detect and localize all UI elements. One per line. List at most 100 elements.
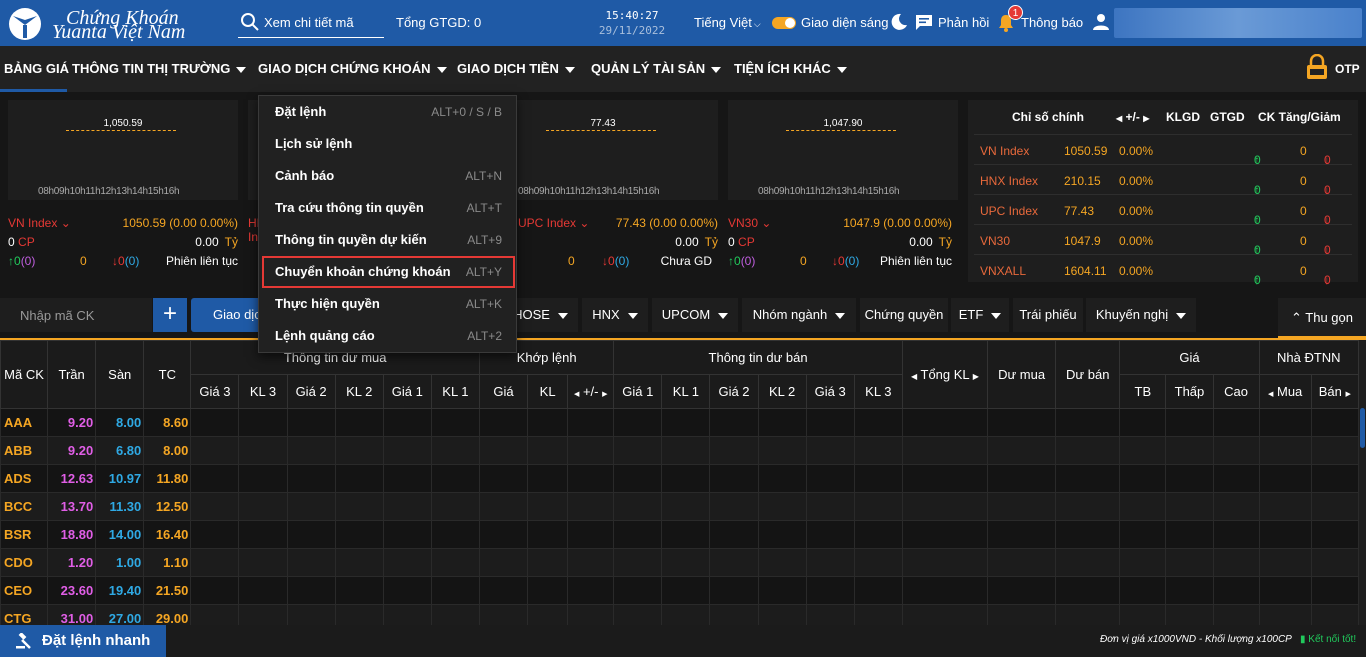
down-count: 0 [1324,273,1331,287]
index-row[interactable]: HNX Index 210.15 0.00% ↑ 0 0 ↓ 0 [974,164,1352,197]
moon-icon[interactable] [890,13,908,31]
filter-tab-etf[interactable]: ETF [951,298,1009,332]
stock-row[interactable]: AAA 9.20 8.00 8.60 [0,408,1359,437]
dropdown-item-4[interactable]: Tra cứu thông tin quyền ALT+T [259,192,518,224]
dropdown-item-7[interactable]: Thực hiện quyền ALT+K [259,288,518,320]
price-board-scrollbar[interactable] [1359,340,1366,625]
dropdown-item-5[interactable]: Thông tin quyền dự kiến ALT+9 [259,224,518,256]
index-row-pct: 0.00% [1119,264,1154,278]
otp-label[interactable]: OTP [1335,46,1360,92]
stock-symbol[interactable]: BSR [0,520,49,549]
filter-tab-nhóm-ngành[interactable]: Nhóm ngành [742,298,856,332]
quick-order-button[interactable]: Đặt lệnh nhanh [0,625,166,657]
stock-row[interactable]: ADS 12.63 10.97 11.80 [0,464,1359,493]
filter-tab-trái-phiếu[interactable]: Trái phiếu [1013,298,1083,332]
index-box-upcom[interactable]: UPC Index ⌄ 77.43 (0.00 0.00%) 0.00 Tỷ 0 … [488,212,718,272]
filter-tab-label: HNX [592,307,620,322]
index-box-hnx[interactable]: HNX Index [248,212,258,272]
account-info-redacted[interactable] [1114,8,1362,38]
menu-giao-dich-chung-khoan[interactable]: GIAO DỊCH CHỨNG KHOÁN [258,46,447,92]
collapse-button[interactable]: ⌃ Thu gọn [1278,298,1366,338]
filter-tab-hnx[interactable]: HNX [582,298,648,332]
feedback-icon[interactable] [915,14,933,31]
index-table-header-change[interactable]: ◀ +/- ▶ [1116,110,1149,124]
index-row[interactable]: VN Index 1050.59 0.00% ↑ 0 0 ↓ 0 [974,134,1352,167]
main-menu-bar: BẢNG GIÁ THÔNG TIN THỊ TRƯỜNG GIAO DỊCH … [0,46,1366,92]
col-header-avg: TB [1119,374,1167,409]
stock-symbol[interactable]: ABB [0,436,49,465]
filter-tab-khuyến-nghị[interactable]: Khuyến nghị [1086,298,1196,332]
empty-cell [853,408,903,437]
signal-icon: ▮ [1300,634,1306,645]
stock-row[interactable]: ABB 9.20 6.80 8.00 [0,436,1359,465]
sparkline-upcom[interactable]: 77.43 08h09h10h11h12h13h14h15h16h [488,100,718,200]
col-header-buy-price3: Giá 3 [190,374,240,409]
sparkline-ref-line [786,130,896,131]
sparkline-value: 1,050.59 [103,118,143,129]
empty-cell [238,492,288,521]
empty-cell [567,436,615,465]
language-selector[interactable]: Tiếng Việt ⌵ [694,0,761,46]
filter-tab-chứng-quyền[interactable]: Chứng quyền [860,298,948,332]
index-price: 1047.9 (0.00 0.00%) [843,216,952,230]
stock-search[interactable] [238,8,384,38]
stock-row[interactable]: CDO 1.20 1.00 1.10 [0,548,1359,577]
empty-cell [1212,464,1260,493]
stock-row[interactable]: CTG 31.00 27.00 29.00 [0,604,1359,625]
col-header-foreign-buy[interactable]: ◀ Mua [1258,374,1312,409]
index-row[interactable]: VN30 1047.9 0.00% ↑ 0 0 ↓ 0 [974,224,1352,257]
index-row[interactable]: UPC Index 77.43 0.00% ↑ 0 0 ↓ 0 [974,194,1352,227]
brand-logo[interactable]: Chứng Khoán Yuanta Việt Nam [6,6,226,43]
stock-search-input[interactable] [264,11,382,33]
stock-symbol[interactable]: ADS [0,464,49,493]
scrollbar-thumb[interactable] [1360,408,1365,448]
col-header-foreign-sell[interactable]: Bán ▶ [1310,374,1359,409]
chevron-up-icon: ⌃ [1291,310,1302,325]
empty-cell [853,604,903,625]
stock-symbol[interactable]: CTG [0,604,49,625]
menu-giao-dich-tien[interactable]: GIAO DỊCH TIỀN [457,46,575,92]
index-box-vnindex[interactable]: VN Index ⌄ 1050.59 (0.00 0.00%) 0 CP 0.0… [8,212,238,272]
theme-toggle[interactable] [772,17,796,29]
index-row[interactable]: VNXALL 1604.11 0.00% ↑ 0 0 ↓ 0 [974,254,1352,287]
index-box-vn30[interactable]: VN30 ⌄ 1047.9 (0.00 0.00%) 0 CP 0.00 Tỷ ↑… [728,212,952,272]
sparkline-vn30[interactable]: 1,047.90 08h09h10h11h12h13h14h15h16h [728,100,958,200]
stock-symbol[interactable]: CEO [0,576,49,605]
stock-row[interactable]: BCC 13.70 11.30 12.50 [0,492,1359,521]
stock-symbol[interactable]: CDO [0,548,49,577]
dropdown-item-3[interactable]: Cảnh báo ALT+N [259,160,518,192]
index-cp: 0 CP [728,235,755,249]
menu-tien-ich-khac[interactable]: TIỆN ÍCH KHÁC [734,46,847,92]
top-header-bar: Chứng Khoán Yuanta Việt Nam Tổng GTGD: 0… [0,0,1366,46]
sparkline-vnindex[interactable]: 1,050.59 08h09h10h11h12h13h14h15h16h [8,100,238,200]
menu-thong-tin-thi-truong[interactable]: THÔNG TIN THỊ TRƯỜNG [72,46,247,92]
stock-row[interactable]: CEO 23.60 19.40 21.50 [0,576,1359,605]
sparkline-hours: 08h09h10h11h12h13h14h15h16h [518,186,660,197]
stock-symbol[interactable]: BCC [0,492,49,521]
empty-cell [527,604,569,625]
dropdown-item-1[interactable]: Đặt lệnh ALT+0 / S / B [259,96,518,128]
feedback-link[interactable]: Phản hồi [938,0,989,46]
empty-cell [1310,464,1359,493]
empty-cell [805,604,855,625]
menu-quan-ly-tai-san[interactable]: QUẢN LÝ TÀI SẢN [591,46,722,92]
col-header-buy-price1: Giá 1 [382,374,432,409]
stock-code-input[interactable] [0,298,152,332]
filter-tab-upcom[interactable]: UPCOM [652,298,738,332]
index-price-value: 1047.9 [843,216,880,230]
stock-row[interactable]: BSR 18.80 14.00 16.40 [0,520,1359,549]
col-header-total-vol[interactable]: ◀ Tổng KL ▶ [901,340,989,409]
col-header-match-change[interactable]: ◀ +/- ▶ [567,374,615,409]
caret-down-icon [436,66,447,73]
dropdown-item-8[interactable]: Lệnh quảng cáo ALT+2 [259,320,518,352]
add-stock-button[interactable]: + [153,298,187,332]
col-header-sell-vol2: KL 2 [757,374,807,409]
user-icon[interactable] [1093,13,1109,31]
dropdown-item-6[interactable]: Chuyển khoản chứng khoán ALT+Y [262,256,515,288]
stock-symbol[interactable]: AAA [0,408,49,437]
notification-link[interactable]: Thông báo [1021,0,1083,46]
dropdown-item-2[interactable]: Lịch sử lệnh [259,128,518,160]
otp-lock-icon[interactable] [1305,54,1329,82]
sparkline-hnx[interactable] [248,100,258,200]
menu-bang-gia[interactable]: BẢNG GIÁ [4,46,69,92]
